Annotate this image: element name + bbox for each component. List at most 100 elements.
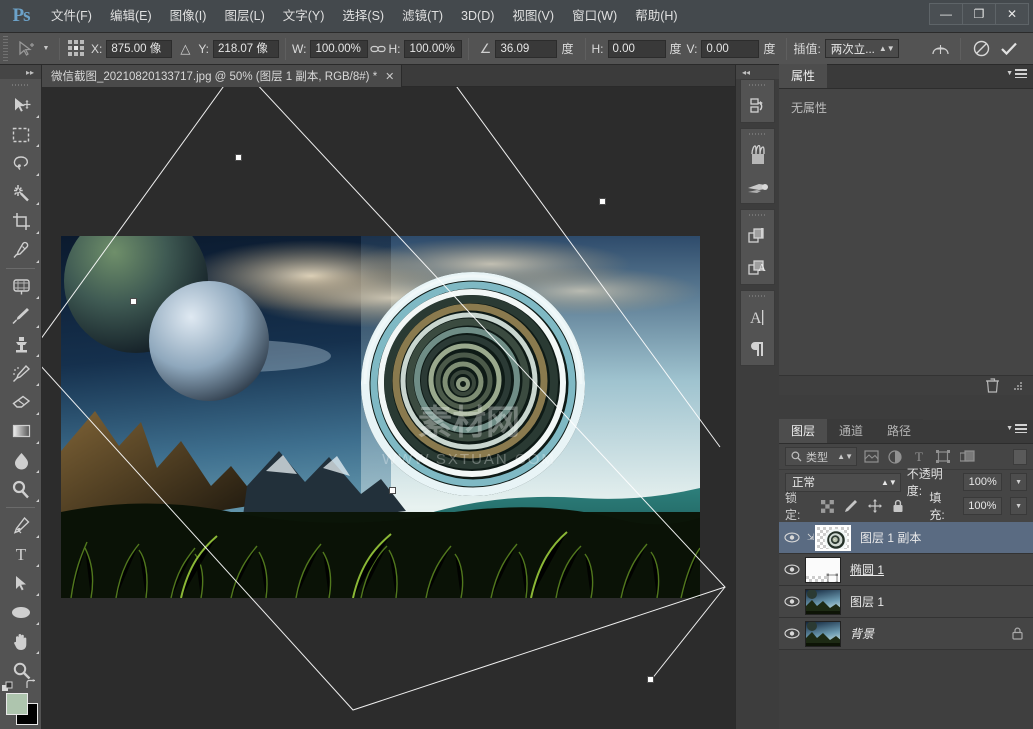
x-input[interactable]: 875.00 像 xyxy=(106,39,173,58)
filter-enable-toggle[interactable] xyxy=(1013,448,1027,465)
table-row[interactable]: 背景 xyxy=(779,618,1033,650)
layer-visibility-toggle[interactable] xyxy=(779,628,805,639)
tool-hand[interactable] xyxy=(0,627,42,656)
tool-clone-stamp[interactable] xyxy=(0,330,42,359)
history-icon[interactable] xyxy=(741,90,774,122)
delete-icon[interactable] xyxy=(986,378,999,393)
opacity-stepper[interactable]: ▼ xyxy=(1010,473,1027,491)
angle-input[interactable]: 36.09 xyxy=(495,39,558,58)
tool-rectangular-marquee[interactable] xyxy=(0,120,42,149)
layer-thumbnail[interactable] xyxy=(805,620,841,647)
resize-grip[interactable] xyxy=(1013,381,1023,391)
tool-path-selection[interactable] xyxy=(0,569,42,598)
brush-panel-icon[interactable] xyxy=(741,139,774,171)
handle-top-right[interactable] xyxy=(599,198,606,205)
tool-eyedropper[interactable] xyxy=(0,236,42,265)
swap-colors-icon[interactable] xyxy=(25,679,38,691)
lock-all-icon[interactable] xyxy=(890,497,908,515)
tool-move[interactable] xyxy=(0,91,42,120)
tool-magic-wand[interactable] xyxy=(0,178,42,207)
rail-grip[interactable] xyxy=(741,210,774,220)
width-input[interactable]: 100.00% xyxy=(310,39,369,58)
skew-v-input[interactable]: 0.00 xyxy=(701,39,760,58)
table-row[interactable]: ⇲ 图层 1 副本 xyxy=(779,522,1033,554)
height-input[interactable]: 100.00% xyxy=(404,39,463,58)
menu-image[interactable]: 图像(I) xyxy=(161,0,216,33)
relative-position-icon[interactable]: △ xyxy=(172,41,198,57)
tool-preset-caret[interactable]: ▼ xyxy=(39,37,53,61)
fill-input[interactable]: 100% xyxy=(962,497,1003,515)
interpolation-select[interactable]: 两次立... ▲▼ xyxy=(824,39,899,58)
close-button[interactable]: ✕ xyxy=(995,3,1029,25)
handle-top-left[interactable] xyxy=(235,154,242,161)
close-icon[interactable]: ✕ xyxy=(385,70,394,83)
canvas-area[interactable]: 素材网 WWW.SXTUAN.COM xyxy=(42,87,735,729)
reference-point-selector[interactable] xyxy=(68,40,85,57)
filter-shape-icon[interactable] xyxy=(933,447,953,467)
tools-expand-button[interactable]: ▸▸ xyxy=(0,65,41,79)
layer-name[interactable]: 图层 1 xyxy=(850,593,884,610)
layer-name[interactable]: 背景 xyxy=(850,625,874,642)
maximize-button[interactable]: ❐ xyxy=(962,3,996,25)
layer-visibility-toggle[interactable] xyxy=(779,596,805,607)
character-icon[interactable]: A xyxy=(741,301,774,333)
filter-adjustment-icon[interactable] xyxy=(885,447,905,467)
menu-file[interactable]: 文件(F) xyxy=(42,0,101,33)
lock-image-pixels-icon[interactable] xyxy=(842,497,860,515)
menu-help[interactable]: 帮助(H) xyxy=(626,0,686,33)
filter-type-icon[interactable]: T xyxy=(909,447,929,467)
menu-view[interactable]: 视图(V) xyxy=(503,0,563,33)
tool-dodge[interactable] xyxy=(0,475,42,504)
options-bar-grip[interactable] xyxy=(2,35,9,62)
filter-smart-object-icon[interactable] xyxy=(957,447,977,467)
layer-list[interactable]: ⇲ 图层 1 副本 椭圆 1 图层 1 背景 xyxy=(779,522,1033,729)
rail-grip[interactable] xyxy=(741,291,774,301)
tool-brush[interactable] xyxy=(0,301,42,330)
paragraph-icon[interactable] xyxy=(741,333,774,365)
layer-thumbnail[interactable] xyxy=(805,556,841,583)
tool-type[interactable]: T xyxy=(0,540,42,569)
menu-layer[interactable]: 图层(L) xyxy=(215,0,273,33)
tool-lasso[interactable] xyxy=(0,149,42,178)
tool-pen[interactable] xyxy=(0,511,42,540)
minimize-button[interactable]: — xyxy=(929,3,963,25)
tool-history-brush[interactable] xyxy=(0,359,42,388)
panel-menu-icon[interactable]: ▼ xyxy=(1006,69,1027,78)
current-tool-icon[interactable] xyxy=(13,37,39,61)
layer-comps-icon[interactable] xyxy=(741,220,774,252)
layer-name[interactable]: 椭圆 1 xyxy=(850,561,884,578)
table-row[interactable]: 图层 1 xyxy=(779,586,1033,618)
tool-ellipse[interactable] xyxy=(0,598,42,627)
tab-paths[interactable]: 路径 xyxy=(875,419,924,443)
warp-mode-icon[interactable] xyxy=(926,36,954,62)
tool-gradient[interactable] xyxy=(0,417,42,446)
rail-collapse-button[interactable]: ◂◂ xyxy=(736,65,779,79)
menu-select[interactable]: 选择(S) xyxy=(333,0,393,33)
lock-all-icon[interactable] xyxy=(1012,627,1023,640)
tool-spot-healing[interactable] xyxy=(0,272,42,301)
fill-stepper[interactable]: ▼ xyxy=(1010,497,1027,515)
commit-transform-icon[interactable] xyxy=(995,36,1023,62)
menu-window[interactable]: 窗口(W) xyxy=(563,0,626,33)
tools-panel-grip[interactable] xyxy=(0,79,41,91)
rail-grip[interactable] xyxy=(741,80,774,90)
adjustments-icon[interactable]: A xyxy=(741,252,774,284)
layer-thumbnail[interactable] xyxy=(815,524,851,551)
skew-h-input[interactable]: 0.00 xyxy=(607,39,666,58)
tool-crop[interactable] xyxy=(0,207,42,236)
tool-blur[interactable] xyxy=(0,446,42,475)
rail-grip[interactable] xyxy=(741,129,774,139)
menu-edit[interactable]: 编辑(E) xyxy=(101,0,161,33)
foreground-color-swatch[interactable] xyxy=(6,693,28,715)
panel-menu-icon[interactable]: ▼ xyxy=(1006,424,1027,433)
cancel-transform-icon[interactable] xyxy=(967,36,995,62)
menu-3d[interactable]: 3D(D) xyxy=(452,0,503,33)
brush-presets-icon[interactable] xyxy=(741,171,774,203)
lock-transparent-pixels-icon[interactable] xyxy=(818,497,836,515)
tool-eraser[interactable] xyxy=(0,388,42,417)
layer-thumbnail[interactable] xyxy=(805,588,841,615)
tab-layers[interactable]: 图层 xyxy=(779,419,828,443)
filter-kind-select[interactable]: 类型 ▲▼ xyxy=(785,447,857,466)
layer-visibility-toggle[interactable] xyxy=(779,532,805,543)
menu-type[interactable]: 文字(Y) xyxy=(274,0,334,33)
